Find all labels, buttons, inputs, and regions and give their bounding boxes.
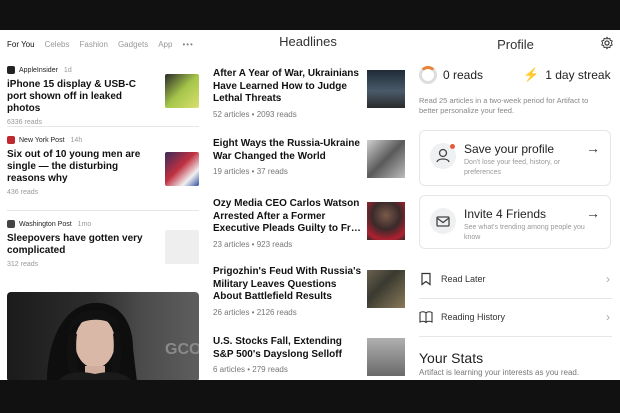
headline-title[interactable]: Ozy Media CEO Carlos Watson Arrested Aft… [213, 198, 363, 236]
headline-item[interactable]: Eight Ways the Russia-Ukraine War Change… [213, 138, 405, 178]
headline-title[interactable]: Prigozhin's Feud With Russia's Military … [213, 266, 363, 304]
article-title[interactable]: Sleepovers have gotten very complicated [7, 233, 155, 257]
source-line: Washington Post 1mo [7, 220, 199, 228]
profile-description: Read 25 articles in a two-week period fo… [419, 96, 589, 115]
hero-overlay-text: GCO [165, 341, 199, 358]
headline-item[interactable]: Prigozhin's Feud With Russia's Military … [213, 266, 405, 317]
read-later-label: Read Later [441, 274, 486, 284]
chevron-right-icon: › [606, 310, 610, 324]
reading-history-row[interactable]: Reading History › [419, 299, 612, 335]
read-later-row[interactable]: Read Later › [419, 261, 612, 297]
article-thumbnail[interactable] [165, 74, 199, 108]
person-icon [430, 143, 456, 169]
feed-item[interactable]: AppleInsider 1d iPhone 15 display & USB-… [7, 66, 199, 126]
streak-count: 1 day streak [545, 68, 611, 82]
portrait-image: GCO [47, 302, 199, 380]
headlines-title: Headlines [279, 34, 337, 49]
bolt-icon: ⚡ [523, 67, 540, 82]
book-icon [419, 311, 433, 324]
arrow-right-icon: → [586, 140, 600, 156]
feed-column: For You Celebs Fashion Gadgets App ••• A… [0, 30, 205, 380]
save-profile-subtitle: Don't lose your feed, history, or prefer… [464, 159, 561, 176]
headline-title[interactable]: After A Year of War, Ukrainians Have Lea… [213, 68, 363, 106]
article-thumbnail[interactable] [165, 152, 199, 186]
invite-friends-title: Invite 4 Friends [464, 207, 547, 221]
source-line: AppleInsider 1d [7, 66, 199, 74]
headline-meta: 23 articles • 923 reads [213, 239, 293, 249]
divider [7, 126, 199, 127]
headline-item[interactable]: U.S. Stocks Fall, Extending S&P 500's Da… [213, 336, 405, 376]
article-title[interactable]: iPhone 15 display & USB-C port shown off… [7, 79, 155, 115]
article-age: 14h [70, 136, 83, 144]
headline-thumbnail[interactable] [367, 202, 405, 240]
mail-icon [430, 208, 456, 234]
profile-column: Profile 0 reads ⚡ 1 day streak Read 25 a… [411, 30, 620, 380]
source-name: AppleInsider [19, 66, 58, 74]
source-logo-icon [7, 136, 15, 144]
headline-thumbnail[interactable] [367, 338, 405, 376]
source-line: New York Post 14h [7, 136, 199, 144]
arrow-right-icon: → [586, 205, 600, 221]
headline-title[interactable]: U.S. Stocks Fall, Extending S&P 500's Da… [213, 336, 363, 361]
article-reads: 6336 reads [7, 119, 43, 126]
more-tabs-icon[interactable]: ••• [182, 40, 193, 49]
tab-fashion[interactable]: Fashion [79, 40, 107, 49]
headline-thumbnail[interactable] [367, 270, 405, 308]
headline-meta: 26 articles • 2126 reads [213, 307, 297, 317]
hero-image[interactable]: GCO [7, 292, 199, 380]
feed-item[interactable]: Washington Post 1mo Sleepovers have gott… [7, 220, 199, 268]
your-stats-subtitle: Artifact is learning your interests as y… [419, 368, 580, 377]
reads-progress-ring [419, 66, 437, 84]
save-profile-title: Save your profile [464, 142, 555, 156]
headlines-column: Headlines After A Year of War, Ukrainian… [205, 30, 411, 380]
article-reads: 436 reads [7, 189, 39, 196]
article-thumbnail[interactable] [165, 230, 199, 264]
tab-app[interactable]: App [158, 40, 172, 49]
source-logo-icon [7, 66, 15, 74]
invite-friends-card[interactable]: Invite 4 Friends See what's trending amo… [419, 195, 611, 249]
headline-thumbnail[interactable] [367, 140, 405, 178]
profile-title: Profile [497, 37, 534, 52]
headline-item[interactable]: After A Year of War, Ukrainians Have Lea… [213, 68, 405, 119]
source-name: New York Post [19, 136, 65, 144]
chevron-right-icon: › [606, 272, 610, 286]
tab-celebs[interactable]: Celebs [45, 40, 70, 49]
category-tabs: For You Celebs Fashion Gadgets App ••• [0, 30, 205, 49]
article-age: 1d [63, 66, 72, 74]
divider [7, 210, 199, 211]
headline-thumbnail[interactable] [367, 70, 405, 108]
source-name: Washington Post [19, 220, 72, 228]
reads-count: 0 reads [443, 68, 484, 82]
gear-icon[interactable] [600, 36, 614, 50]
divider [419, 336, 612, 337]
feed-item[interactable]: New York Post 14h Six out of 10 young me… [7, 136, 199, 196]
reading-history-label: Reading History [441, 312, 506, 322]
bookmark-icon [421, 272, 431, 286]
invite-friends-subtitle: See what's trending among people you kno… [464, 224, 585, 241]
headline-meta: 52 articles • 2093 reads [213, 109, 297, 119]
headline-title[interactable]: Eight Ways the Russia-Ukraine War Change… [213, 138, 363, 163]
tab-for-you[interactable]: For You [7, 40, 35, 49]
tab-gadgets[interactable]: Gadgets [118, 40, 148, 49]
article-age: 1mo [77, 220, 92, 228]
save-profile-card[interactable]: Save your profile Don't lose your feed, … [419, 130, 611, 186]
app-frame: For You Celebs Fashion Gadgets App ••• A… [0, 30, 620, 380]
headline-item[interactable]: Ozy Media CEO Carlos Watson Arrested Aft… [213, 198, 405, 249]
source-logo-icon [7, 220, 15, 228]
reading-stats: 0 reads ⚡ 1 day streak [419, 66, 612, 84]
your-stats-heading: Your Stats [419, 350, 484, 366]
article-title[interactable]: Six out of 10 young men are single — the… [7, 149, 155, 185]
notification-dot [450, 144, 455, 149]
